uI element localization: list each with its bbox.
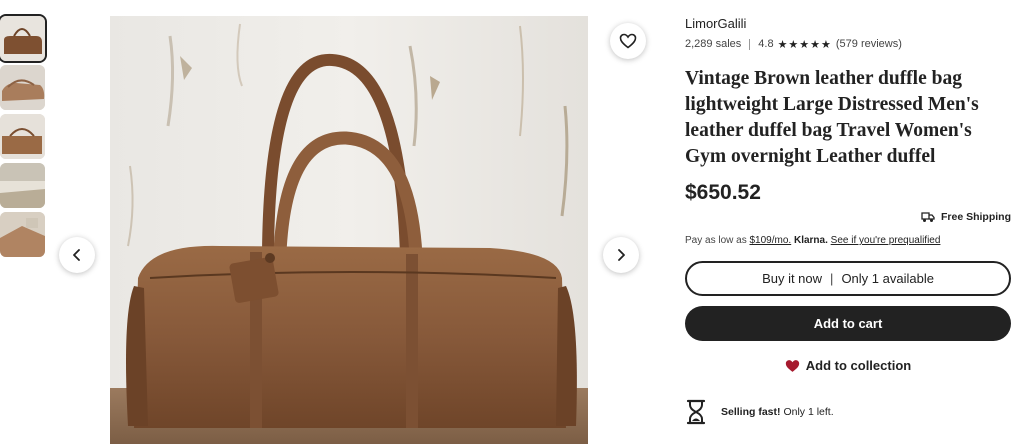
favorite-button[interactable]	[610, 23, 646, 59]
shop-name-link[interactable]: LimorGalili	[685, 16, 1011, 34]
next-image-button[interactable]	[603, 237, 639, 273]
previous-image-button[interactable]	[59, 237, 95, 273]
collection-label: Add to collection	[805, 358, 912, 373]
reviews-link[interactable]: (579 reviews)	[836, 38, 902, 50]
shop-meta: 2,289 sales 4.8 ★★★★★ (579 reviews)	[685, 36, 1011, 52]
thumbnail-4[interactable]	[0, 163, 45, 208]
main-product-image	[110, 16, 588, 444]
heart-outline-icon	[619, 33, 637, 49]
availability-label: Only 1 available	[841, 271, 934, 286]
truck-icon	[921, 212, 935, 222]
buy-label: Buy it now	[762, 271, 823, 286]
listing-panel: LimorGalili 2,289 sales 4.8 ★★★★★ (579 r…	[685, 16, 1011, 425]
add-to-cart-button[interactable]: Add to cart	[685, 306, 1011, 341]
buy-divider: |	[830, 271, 834, 286]
selling-fast-notice: Selling fast! Only 1 left.	[685, 399, 1011, 425]
thumbnail-strip	[0, 16, 46, 261]
thumbnail-2[interactable]	[0, 65, 45, 110]
add-to-collection-button[interactable]: Add to collection	[685, 358, 1011, 373]
selling-fast-bold: Selling fast!	[721, 406, 781, 418]
rating-value: 4.8	[758, 38, 774, 50]
selling-fast-rest: Only 1 left.	[783, 406, 834, 418]
klarna-prefix: Pay as low as	[685, 235, 747, 246]
price: $650.52	[685, 181, 761, 204]
thumbnail-5[interactable]	[0, 212, 45, 257]
klarna-info: Pay as low as $109/mo. Klarna. See if yo…	[685, 235, 1011, 246]
klarna-amount-link[interactable]: $109/mo.	[749, 235, 791, 246]
shipping-label: Free Shipping	[940, 211, 1011, 223]
listing-title: Vintage Brown leather duffle bag lightwe…	[685, 68, 979, 167]
klarna-brand: Klarna.	[793, 235, 828, 246]
thumbnail-1[interactable]	[0, 16, 45, 61]
thumbnail-3[interactable]	[0, 114, 45, 159]
chevron-right-icon	[618, 249, 625, 261]
divider	[749, 38, 751, 50]
buy-it-now-button[interactable]: Buy it now | Only 1 available	[685, 261, 1011, 296]
star-rating-icon: ★★★★★	[777, 38, 832, 51]
chevron-left-icon	[73, 249, 80, 261]
shipping-info: Free Shipping	[685, 211, 1011, 223]
prequalify-link[interactable]: See if you're prequalified	[831, 235, 941, 246]
heart-filled-icon	[785, 359, 799, 372]
sales-count: 2,289 sales	[685, 38, 742, 50]
hourglass-icon	[686, 399, 706, 425]
